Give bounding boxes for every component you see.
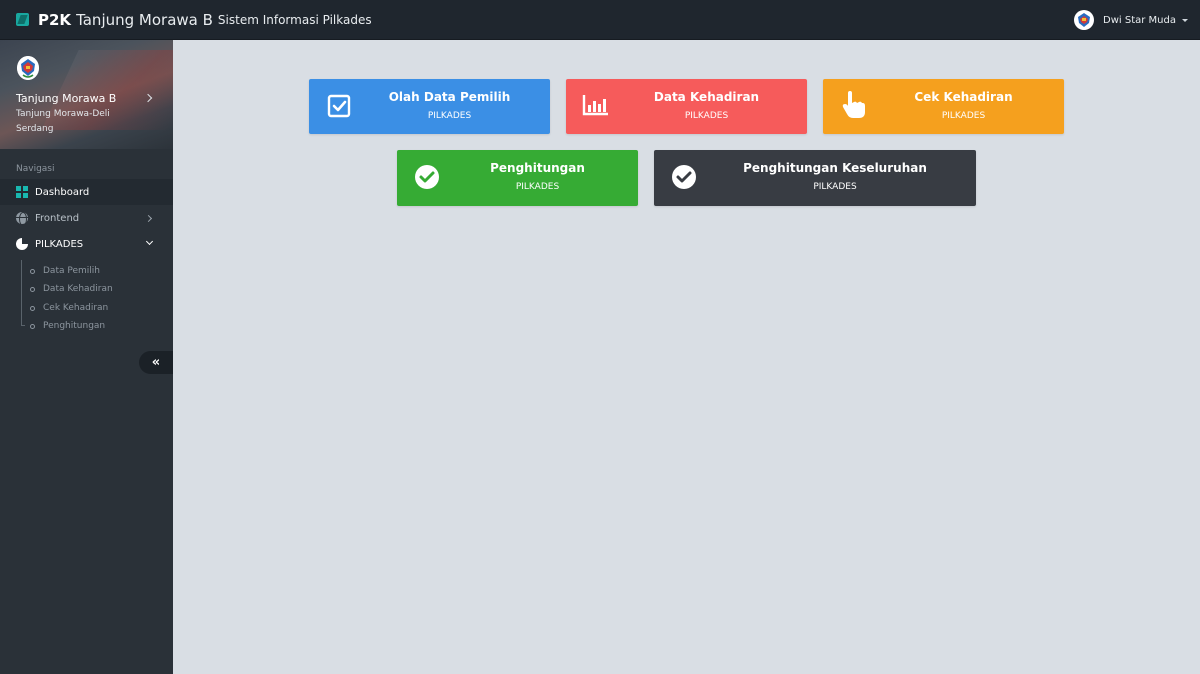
sidebar-item-label: Frontend [35, 212, 80, 224]
submenu-item-label: Data Pemilih [43, 266, 100, 276]
tile-olah-data-pemilih[interactable]: Olah Data Pemilih PILKADES [309, 79, 550, 134]
tile-data-kehadiran[interactable]: Data Kehadiran PILKADES [566, 79, 807, 134]
tile-subtitle: PILKADES [684, 111, 729, 121]
brand-bold[interactable]: P2K [38, 11, 71, 29]
tile-subtitle: PILKADES [515, 182, 560, 192]
submenu-tree-line [21, 260, 25, 326]
tile-title: Olah Data Pemilih [388, 90, 511, 104]
user-menu[interactable]: Dwi Star Muda [1074, 0, 1188, 40]
submenu-item-cek-kehadiran[interactable]: Cek Kehadiran [30, 299, 108, 317]
caret-down-icon[interactable] [1182, 18, 1188, 22]
brand-name[interactable]: Tanjung Morawa B [76, 11, 213, 29]
chevron-right-icon [144, 214, 153, 222]
sidebar-item-label: PILKADES [35, 238, 84, 250]
chevron-right-icon[interactable] [143, 93, 153, 103]
sidebar-item-label: Dashboard [35, 186, 90, 198]
user-name[interactable]: Dwi Star Muda [1103, 15, 1176, 26]
brand-subtitle: Sistem Informasi Pilkades [217, 12, 372, 27]
circle-bullet-icon [30, 268, 35, 274]
sidebar-profile[interactable]: Tanjung Morawa B Tanjung Morawa-Deli Ser… [0, 40, 173, 149]
top-navbar: P2K Tanjung Morawa B Sistem Informasi Pi… [0, 0, 1200, 40]
sidebar: Tanjung Morawa B Tanjung Morawa-Deli Ser… [0, 40, 173, 674]
tile-title: Cek Kehadiran [914, 90, 1013, 104]
profile-emblem-icon [17, 56, 39, 80]
tile-subtitle: PILKADES [941, 111, 986, 121]
tile-subtitle: PILKADES [813, 182, 857, 192]
submenu-item-label: Data Kehadiran [43, 284, 113, 294]
profile-subtitle: Tanjung Morawa-Deli Serdang [16, 109, 110, 134]
tile-title: Penghitungan [490, 161, 585, 175]
submenu-item-data-kehadiran[interactable]: Data Kehadiran [30, 280, 113, 298]
tile-title: Data Kehadiran [653, 90, 760, 104]
profile-title: Tanjung Morawa B [16, 92, 117, 105]
user-avatar-icon[interactable] [1074, 10, 1095, 30]
submenu-item-label: Penghitungan [43, 321, 106, 331]
submenu-item-data-pemilih[interactable]: Data Pemilih [30, 262, 100, 280]
tile-cek-kehadiran[interactable]: Cek Kehadiran PILKADES [823, 79, 1064, 134]
submenu-item-label: Cek Kehadiran [43, 303, 109, 313]
sidebar-collapse-button[interactable]: « [139, 351, 173, 374]
tile-subtitle: PILKADES [427, 111, 472, 121]
submenu-item-penghitungan[interactable]: Penghitungan [30, 317, 105, 335]
sidebar-item-pilkades[interactable]: PILKADES [0, 231, 173, 257]
circle-bullet-icon [30, 305, 35, 311]
sidebar-item-frontend[interactable]: Frontend [0, 205, 173, 231]
pie-chart-icon [16, 237, 29, 250]
dashboard-grid-icon [16, 186, 28, 198]
sidebar-item-dashboard[interactable]: Dashboard [0, 179, 173, 205]
brand-logo-icon[interactable] [16, 13, 29, 26]
tile-penghitungan-keseluruhan[interactable]: Penghitungan Keseluruhan PILKADES [654, 150, 976, 206]
tile-title: Penghitungan Keseluruhan [743, 161, 927, 175]
globe-icon [16, 212, 28, 226]
circle-bullet-icon [30, 323, 35, 329]
chevron-down-icon [145, 237, 154, 246]
tile-penghitungan[interactable]: Penghitungan PILKADES [397, 150, 638, 206]
nav-section-label: Navigasi [16, 164, 55, 174]
circle-bullet-icon [30, 286, 35, 292]
